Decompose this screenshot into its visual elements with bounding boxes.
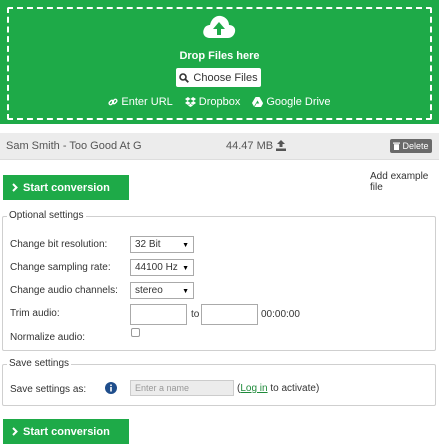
enter-url-label: Enter URL <box>121 96 173 108</box>
chevron-right-icon <box>12 427 18 436</box>
audio-channels-label: Change audio channels: <box>10 285 118 296</box>
log-in-link[interactable]: Log in <box>240 383 267 394</box>
sampling-rate-label: Change sampling rate: <box>10 262 111 273</box>
settings-name-placeholder: Enter a name <box>135 383 190 393</box>
trim-end-input[interactable] <box>201 304 258 325</box>
dropdown-caret-icon: ▼ <box>182 288 189 295</box>
trash-icon <box>393 142 401 150</box>
sampling-rate-value: 44100 Hz <box>135 262 178 273</box>
google-drive-link[interactable]: Google Drive <box>252 96 331 108</box>
file-row: Sam Smith - Too Good At G 44.47 MB Delet… <box>0 133 439 160</box>
add-example-file-link[interactable]: Add example file <box>370 171 439 193</box>
trim-time-display: 00:00:00 <box>261 309 300 320</box>
normalize-audio-label: Normalize audio: <box>10 332 86 343</box>
trim-start-input[interactable] <box>130 304 187 325</box>
dropdown-caret-icon: ▼ <box>182 265 189 272</box>
settings-name-input[interactable]: Enter a name <box>130 380 234 396</box>
login-hint: (Log in to activate) <box>237 383 319 394</box>
dropdown-caret-icon: ▼ <box>182 242 189 249</box>
delete-button[interactable]: Delete <box>390 139 432 153</box>
google-drive-icon <box>252 97 264 107</box>
start-conversion-label: Start conversion <box>23 181 110 194</box>
dropbox-label: Dropbox <box>198 96 241 108</box>
save-settings-label: Save settings as: <box>10 384 87 395</box>
file-size: 44.47 MB <box>226 140 274 152</box>
bit-resolution-label: Change bit resolution: <box>10 239 108 250</box>
choose-files-label: Choose Files <box>193 71 258 84</box>
info-icon[interactable] <box>105 382 117 394</box>
audio-channels-select[interactable]: stereo ▼ <box>130 282 194 299</box>
link-icon <box>108 98 118 106</box>
dropbox-icon <box>184 97 196 107</box>
bit-resolution-value: 32 Bit <box>135 239 161 250</box>
file-name: Sam Smith - Too Good At G <box>6 140 142 152</box>
trim-audio-label: Trim audio: <box>10 308 60 319</box>
chevron-right-icon <box>12 183 18 192</box>
save-settings-legend: Save settings <box>7 358 72 369</box>
enter-url-link[interactable]: Enter URL <box>108 96 173 108</box>
save-settings-panel: Save settings Save settings as: Enter a … <box>2 358 436 406</box>
drop-files-text: Drop Files here <box>179 50 260 62</box>
dropbox-link[interactable]: Dropbox <box>184 96 241 108</box>
search-icon <box>179 72 190 83</box>
login-suffix: to activate) <box>267 383 320 394</box>
sampling-rate-select[interactable]: 44100 Hz ▼ <box>130 259 194 276</box>
optional-settings-panel: Optional settings Change bit resolution:… <box>2 210 436 351</box>
start-conversion-button-top[interactable]: Start conversion <box>3 175 129 200</box>
start-conversion-label: Start conversion <box>23 425 110 438</box>
optional-settings-legend: Optional settings <box>7 210 86 221</box>
google-drive-label: Google Drive <box>266 96 331 108</box>
normalize-audio-checkbox[interactable] <box>131 328 140 337</box>
cloud-upload-icon <box>203 15 236 39</box>
audio-channels-value: stereo <box>135 285 163 296</box>
trim-to-label: to <box>191 309 200 320</box>
start-conversion-button-bottom[interactable]: Start conversion <box>3 419 129 444</box>
upload-icon <box>276 140 286 151</box>
drop-zone[interactable]: Drop Files here Choose Files Enter URL D… <box>0 0 439 124</box>
delete-label: Delete <box>402 141 429 151</box>
bit-resolution-select[interactable]: 32 Bit ▼ <box>130 236 194 253</box>
choose-files-button[interactable]: Choose Files <box>176 68 261 87</box>
upload-sources: Enter URL Dropbox Google Drive <box>0 96 439 108</box>
